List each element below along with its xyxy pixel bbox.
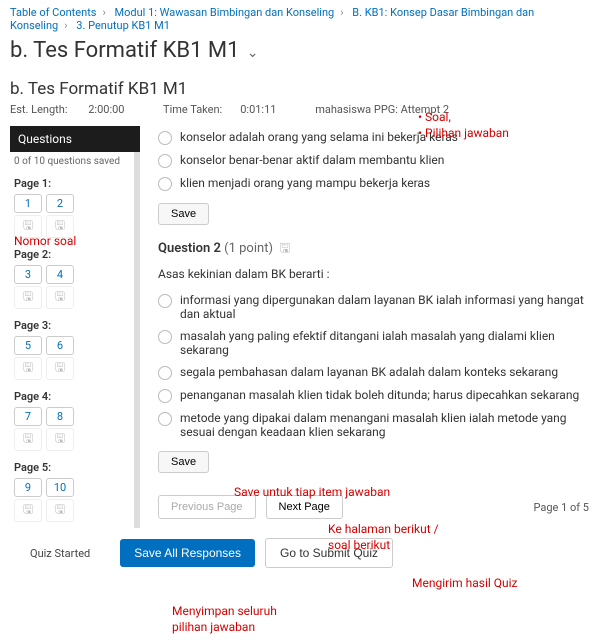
sidebar-header: Questions — [10, 126, 140, 152]
quiz-footer: Quiz Started Save All Responses Go to Su… — [0, 528, 603, 578]
question-2-header: Question 2 (1 point) 🖫 — [158, 239, 595, 261]
previous-page-button[interactable]: Previous Page — [158, 495, 256, 519]
crumb-0[interactable]: Table of Contents — [10, 6, 96, 19]
radio-option[interactable] — [158, 131, 172, 145]
qnum-7[interactable]: 7 — [14, 407, 42, 426]
annotation: pilihan jawaban — [172, 620, 255, 634]
qnum-2[interactable]: 2 — [46, 194, 74, 213]
radio-option[interactable] — [158, 154, 172, 168]
qnum-6[interactable]: 6 — [46, 336, 74, 355]
qnum-5[interactable]: 5 — [14, 336, 42, 355]
page-label: Page 1: — [10, 173, 140, 192]
save-question-button[interactable]: Save — [158, 451, 209, 473]
option-text: konselor benar-benar aktif dalam membant… — [180, 153, 444, 167]
option-text: klien menjadi orang yang mampu bekerja k… — [180, 176, 430, 190]
quiz-title: b. Tes Formatif KB1 M1 — [10, 79, 593, 99]
question-sidebar: Questions 0 of 10 questions saved Page 1… — [10, 126, 140, 528]
save-icon: 🖫 — [46, 215, 74, 238]
radio-option[interactable] — [158, 366, 172, 380]
chevron-down-icon[interactable]: ⌄ — [247, 45, 259, 61]
option-text: segala pembahasan dalam layanan BK adala… — [180, 365, 558, 379]
option-text: penanganan masalah klien tidak boleh dit… — [180, 388, 579, 402]
save-icon: 🖫 — [14, 286, 42, 309]
radio-option[interactable] — [158, 330, 172, 344]
qnum-10[interactable]: 10 — [46, 478, 74, 497]
radio-option[interactable] — [158, 294, 172, 308]
save-icon: 🖫 — [46, 286, 74, 309]
crumb-1[interactable]: Modul 1: Wawasan Bimbingan dan Konseling — [115, 6, 335, 19]
qnum-8[interactable]: 8 — [46, 407, 74, 426]
question-stem: Asas kekinian dalam BK berarti : — [158, 267, 595, 281]
page-label: Page 2: — [10, 244, 140, 263]
breadcrumb: Table of Contents› Modul 1: Wawasan Bimb… — [0, 0, 603, 36]
page-label: Page 3: — [10, 315, 140, 334]
save-question-button[interactable]: Save — [158, 203, 209, 225]
page-title: b. Tes Formatif KB1 M1 — [10, 38, 239, 63]
qnum-4[interactable]: 4 — [46, 265, 74, 284]
crumb-3[interactable]: 3. Penutup KB1 M1 — [76, 19, 170, 32]
next-page-button[interactable]: Next Page — [266, 495, 343, 519]
save-icon: 🖫 — [46, 428, 74, 451]
radio-option[interactable] — [158, 412, 172, 426]
option-text: metode yang dipakai dalam menangani masa… — [180, 411, 595, 439]
save-icon: 🖫 — [46, 357, 74, 380]
quiz-status: Quiz Started — [30, 547, 90, 560]
save-icon: 🖫 — [279, 241, 290, 256]
radio-option[interactable] — [158, 177, 172, 191]
quiz-meta: Est. Length: 2:00:00 Time Taken:0:01:11 … — [0, 101, 603, 126]
radio-option[interactable] — [158, 389, 172, 403]
annotation: Menyimpan seluruh — [172, 604, 277, 618]
save-icon: 🖫 — [14, 215, 42, 238]
save-icon: 🖫 — [14, 428, 42, 451]
submit-quiz-button[interactable]: Go to Submit Quiz — [265, 538, 393, 568]
question-main: konselor adalah orang yang selama ini be… — [140, 126, 603, 528]
save-all-button[interactable]: Save All Responses — [120, 539, 255, 567]
option-text: masalah yang paling efektif ditangani ia… — [180, 329, 595, 357]
qnum-9[interactable]: 9 — [14, 478, 42, 497]
save-icon: 🖫 — [14, 357, 42, 380]
qnum-3[interactable]: 3 — [14, 265, 42, 284]
page-count: Page 1 of 5 — [533, 501, 595, 514]
qnum-1[interactable]: 1 — [14, 194, 42, 213]
saved-count: 0 of 10 questions saved — [10, 152, 140, 173]
option-text: konselor adalah orang yang selama ini be… — [180, 130, 458, 144]
page-label: Page 4: — [10, 386, 140, 405]
annotation: Mengirim hasil Quiz — [412, 576, 518, 590]
save-icon: 🖫 — [46, 499, 74, 522]
page-label: Page 5: — [10, 457, 140, 476]
option-text: informasi yang dipergunakan dalam layana… — [180, 293, 595, 321]
save-icon: 🖫 — [14, 499, 42, 522]
